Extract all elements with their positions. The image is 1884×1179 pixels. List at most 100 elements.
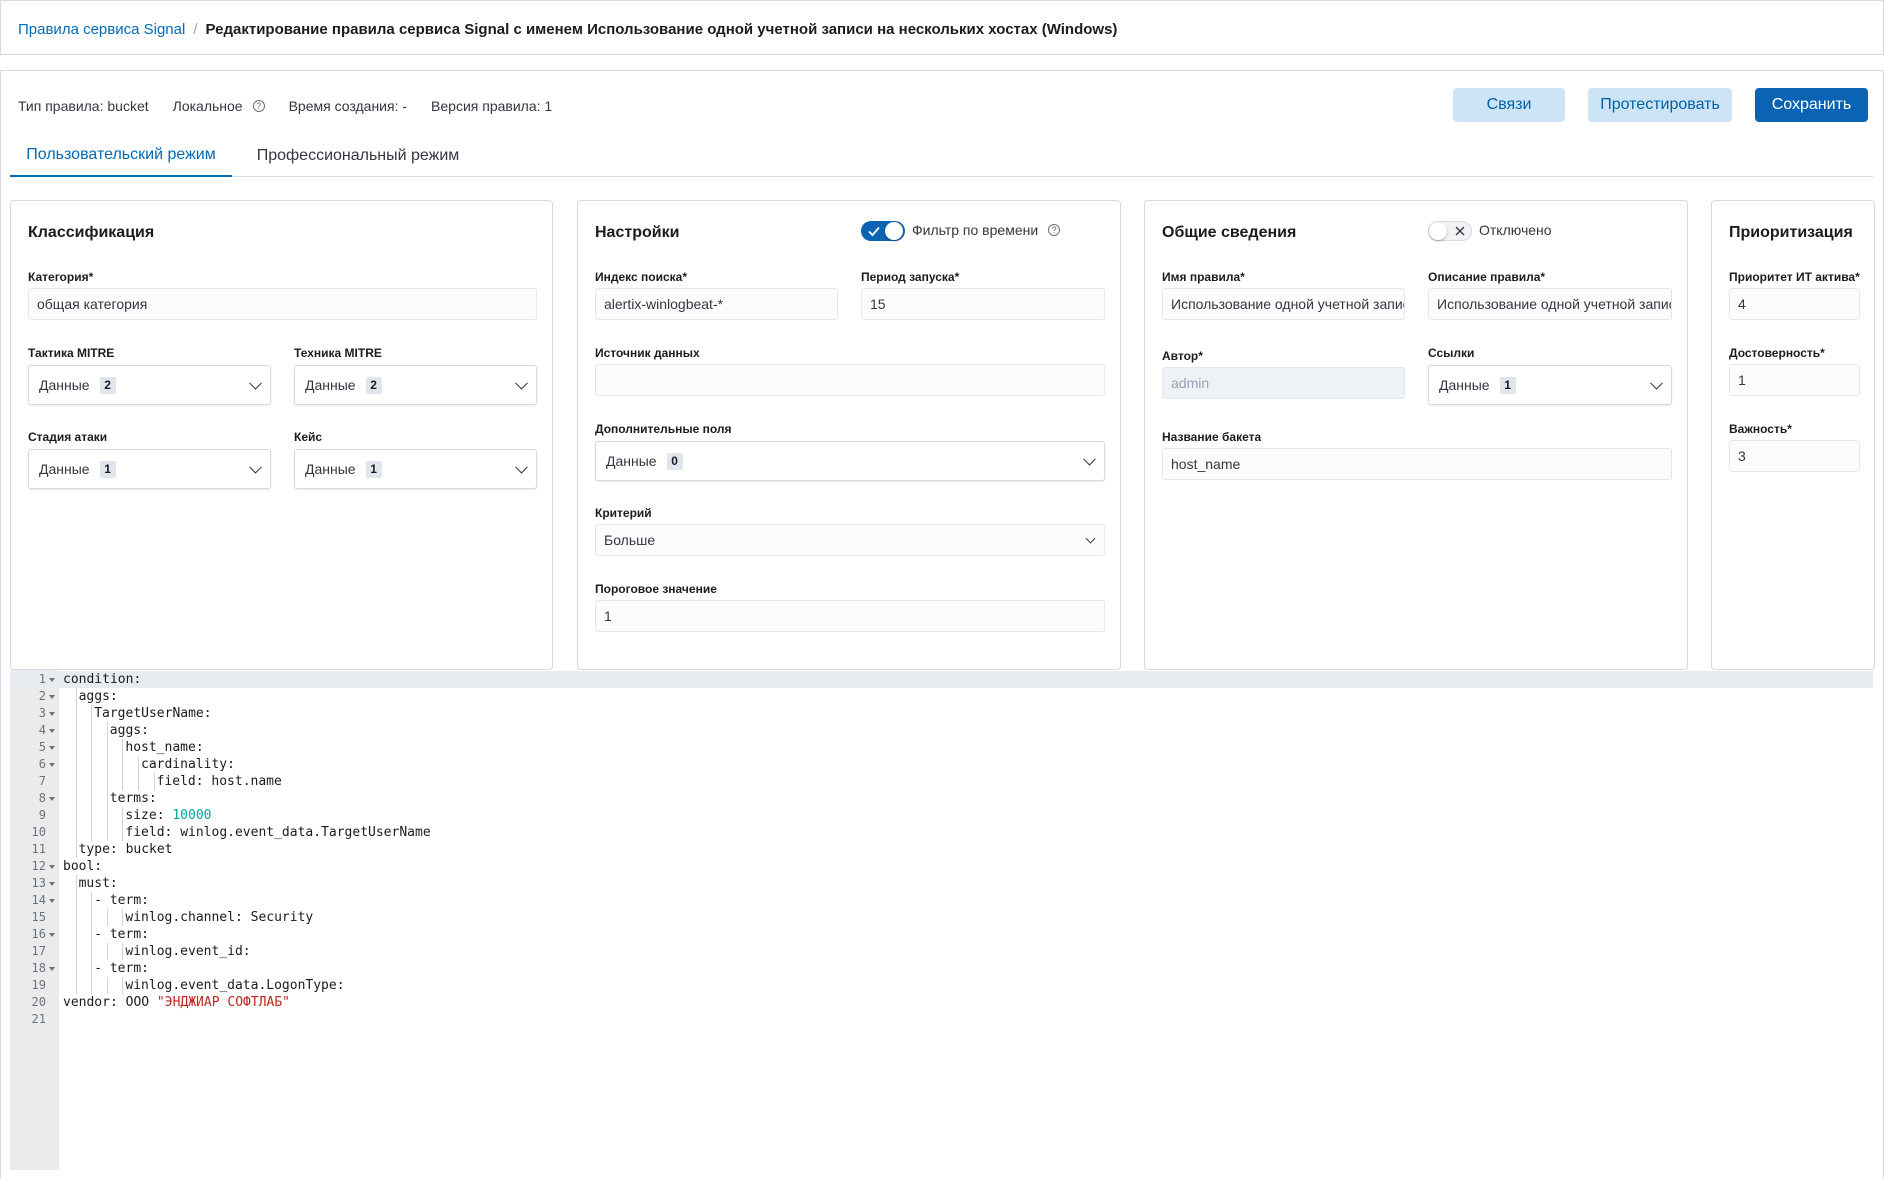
fold-arrow-icon[interactable]	[49, 763, 55, 767]
rule-version: Версия правила: 1	[431, 98, 553, 114]
links-button[interactable]: Связи	[1453, 88, 1565, 122]
fold-arrow-icon[interactable]	[49, 729, 55, 733]
importance-field[interactable]: 3	[1729, 440, 1860, 472]
case-select[interactable]: Данные 1	[294, 449, 537, 489]
author-field: admin	[1162, 367, 1405, 399]
fold-arrow-icon[interactable]	[49, 712, 55, 716]
line-number: 18	[31, 961, 46, 975]
priority-title: Приоритизация	[1729, 224, 1853, 241]
extra-fields-select[interactable]: Данные 0	[595, 441, 1105, 481]
indent-guide	[122, 909, 124, 926]
indent-guide	[91, 943, 93, 960]
code-line: 17 winlog.event_id:	[10, 943, 1873, 960]
code-key: field:	[156, 774, 212, 789]
criterion-select[interactable]: Больше	[595, 524, 1105, 556]
indent-guide	[75, 875, 77, 892]
indent-guide	[91, 977, 93, 994]
yaml-code-editor[interactable]: 1 condition: 2 aggs: 3 TargetUserName: 4 aggs: 5…	[10, 670, 1873, 1170]
indent-guide	[106, 773, 108, 790]
question-icon[interactable]: ?	[252, 100, 265, 112]
index-field[interactable]: alertix-winlogbeat-*	[595, 288, 838, 320]
links-select[interactable]: Данные 1	[1428, 365, 1672, 405]
indent-guide	[91, 807, 93, 824]
extra-fields-value: Данные	[606, 453, 657, 469]
links-label: Ссылки	[1428, 346, 1475, 360]
code-key: bool:	[63, 859, 103, 874]
line-number: 3	[38, 706, 46, 720]
asset-priority-label: Приоритет ИТ актива*	[1729, 270, 1860, 284]
technique-label: Техника MITRE	[294, 346, 382, 360]
fold-arrow-icon[interactable]	[49, 899, 55, 903]
code-text: field: host.name	[157, 773, 282, 790]
author-label: Автор*	[1162, 349, 1203, 363]
line-number: 13	[31, 876, 46, 890]
tactic-select[interactable]: Данные 2	[28, 365, 271, 405]
created-time: Время создания: -	[288, 98, 408, 114]
code-text: size: 10000	[125, 807, 211, 824]
source-field[interactable]	[595, 364, 1105, 396]
fold-arrow-icon[interactable]	[49, 797, 55, 801]
test-button[interactable]: Протестировать	[1588, 88, 1732, 122]
time-filter-label: Фильтр по времени	[912, 222, 1039, 238]
indent-guide	[75, 773, 77, 790]
general-panel: Общие сведения Отключено Имя правила* Ис…	[1144, 200, 1688, 670]
fold-arrow-icon[interactable]	[49, 746, 55, 750]
technique-select[interactable]: Данные 2	[294, 365, 537, 405]
rule-description-label: Описание правила*	[1428, 270, 1546, 284]
fold-arrow-icon[interactable]	[49, 678, 55, 682]
code-key: vendor: ООО	[63, 995, 157, 1010]
links-value: Данные	[1439, 377, 1490, 393]
save-button[interactable]: Сохранить	[1755, 88, 1868, 122]
fold-arrow-icon[interactable]	[49, 967, 55, 971]
indent-guide	[91, 739, 93, 756]
stage-select[interactable]: Данные 1	[28, 449, 271, 489]
rule-name-field[interactable]: Использование одной учетной записи на не…	[1162, 288, 1405, 320]
code-key: aggs:	[78, 689, 118, 704]
extra-fields-label: Дополнительные поля	[595, 422, 732, 436]
chevron-down-icon	[249, 460, 262, 474]
indent-guide	[153, 773, 155, 790]
tactic-value: Данные	[39, 377, 90, 393]
tab-user-mode[interactable]: Пользовательский режим	[10, 135, 232, 177]
category-field[interactable]: общая категория	[28, 288, 537, 320]
code-text: host_name:	[125, 739, 203, 756]
fold-arrow-icon[interactable]	[49, 882, 55, 886]
indent-guide	[75, 688, 77, 705]
confidence-field[interactable]: 1	[1729, 364, 1860, 396]
line-number: 16	[31, 927, 46, 941]
indent-guide	[122, 824, 124, 841]
indent-guide	[75, 926, 77, 943]
question-icon[interactable]: ?	[1048, 224, 1061, 236]
line-number: 15	[31, 910, 46, 924]
code-line: 11 type: bucket	[10, 841, 1873, 858]
rule-status-toggle[interactable]	[1428, 221, 1472, 241]
code-text: winlog.channel: Security	[125, 909, 313, 926]
fold-arrow-icon[interactable]	[49, 865, 55, 869]
indent-guide	[106, 790, 108, 807]
indent-guide	[75, 841, 77, 858]
source-label: Источник данных	[595, 346, 700, 360]
fold-arrow-icon[interactable]	[49, 695, 55, 699]
bucket-name-field[interactable]: host_name	[1162, 448, 1672, 480]
check-icon	[868, 226, 880, 237]
asset-priority-field[interactable]: 4	[1729, 288, 1860, 320]
fold-arrow-icon[interactable]	[49, 933, 55, 937]
breadcrumb-link-signal-rules[interactable]: Правила сервиса Signal	[18, 21, 185, 38]
classification-title: Классификация	[28, 224, 155, 241]
threshold-field[interactable]: 1	[595, 600, 1105, 632]
code-value: Security	[250, 910, 314, 925]
period-field[interactable]: 15	[861, 288, 1105, 320]
rule-description-field[interactable]: Использование одной учетной записи на не…	[1428, 288, 1672, 320]
line-number: 1	[38, 672, 46, 686]
code-text: aggs:	[79, 688, 118, 705]
line-number: 6	[38, 757, 46, 771]
tab-professional-mode[interactable]: Профессиональный режим	[240, 135, 476, 177]
indent-guide	[122, 943, 124, 960]
code-line: 12 bool:	[10, 858, 1873, 875]
code-line: 21	[10, 1011, 1873, 1028]
indent-guide	[75, 807, 77, 824]
indent-guide	[106, 756, 108, 773]
code-line: 18 - term:	[10, 960, 1873, 977]
indent-guide	[75, 960, 77, 977]
time-filter-toggle[interactable]	[861, 221, 905, 241]
